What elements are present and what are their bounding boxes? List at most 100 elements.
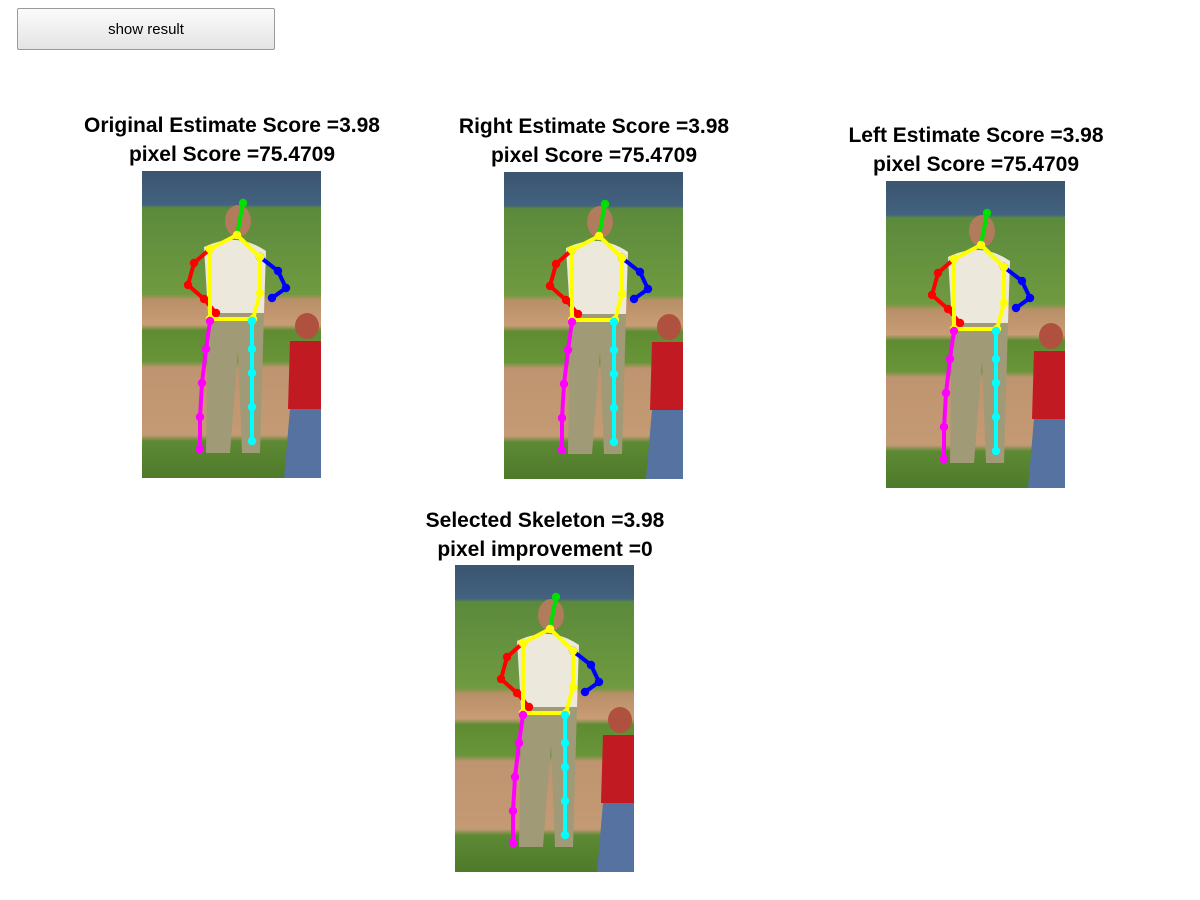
skeleton-joint <box>999 298 1009 308</box>
skeleton-joint <box>991 378 1001 388</box>
skeleton-joint <box>991 412 1001 422</box>
skeleton-joint <box>982 208 992 218</box>
skeleton-joint <box>949 326 959 336</box>
child-jeans <box>646 410 683 479</box>
skeleton-joint <box>197 378 207 388</box>
skeleton-joint <box>560 762 570 772</box>
skeleton-joint <box>945 354 955 364</box>
skeleton-joint <box>255 288 265 298</box>
pose-photo <box>886 181 1065 488</box>
skeleton-joint <box>557 445 567 455</box>
skeleton-joint <box>563 345 573 355</box>
skeleton-joint <box>508 838 518 848</box>
skeleton-joint <box>247 368 257 378</box>
panel-left-title-block: Left Estimate Score =3.98 pixel Score =7… <box>848 121 1103 179</box>
skeleton-joint <box>643 284 653 294</box>
skeleton-joint <box>941 388 951 398</box>
skeleton-joint <box>609 403 619 413</box>
pose-photo <box>455 565 634 872</box>
panel-selected-image <box>455 565 634 872</box>
panel-selected-title-block: Selected Skeleton =3.98 pixel improvemen… <box>426 506 665 564</box>
skeleton-joint <box>939 454 949 464</box>
skeleton-joint <box>617 253 627 263</box>
skeleton-joint <box>199 294 209 304</box>
skeleton-joint <box>600 199 610 209</box>
panel-original-image <box>142 171 321 478</box>
skeleton-joint <box>943 304 953 314</box>
skeleton-joint <box>567 245 577 255</box>
skeleton-joint <box>568 682 578 692</box>
skeleton-joint <box>594 677 604 687</box>
skeleton-joint <box>267 293 277 303</box>
skeleton-joint <box>195 412 205 422</box>
skeleton-joint <box>560 710 570 720</box>
skeleton-joint <box>586 660 596 670</box>
skeleton-joint <box>609 317 619 327</box>
skeleton-joint <box>559 379 569 389</box>
skeleton-joint <box>247 402 257 412</box>
skeleton-joint <box>205 316 215 326</box>
child-jeans <box>284 409 321 478</box>
skeleton-joint <box>635 267 645 277</box>
child-jeans <box>1028 419 1065 488</box>
skeleton-joint <box>232 230 242 240</box>
skeleton-joint <box>255 252 265 262</box>
skeleton-joint <box>512 688 522 698</box>
skeleton-joint <box>518 710 528 720</box>
panel-left-image <box>886 181 1065 488</box>
child-shirt <box>1032 351 1065 419</box>
panel-right-title: Right Estimate Score =3.98 <box>458 115 730 138</box>
skeleton-joint <box>247 436 257 446</box>
panel-right-subtitle: pixel Score =75.4709 <box>490 144 698 167</box>
skeleton-joint <box>211 308 221 318</box>
skeleton-joint <box>939 422 949 432</box>
panel-selected-subtitle: pixel improvement =0 <box>437 538 653 561</box>
skeleton-joint <box>573 309 583 319</box>
skeleton-joint <box>949 254 959 264</box>
skeleton-joint <box>629 294 639 304</box>
skeleton-joint <box>247 316 257 326</box>
child-head <box>1039 323 1063 349</box>
pose-photo <box>504 172 683 479</box>
child-jeans <box>597 803 634 872</box>
skeleton-joint <box>545 624 555 634</box>
child-head <box>657 314 681 340</box>
skeleton-joint <box>976 240 986 250</box>
show-result-button[interactable]: show result <box>17 8 275 50</box>
skeleton-joint <box>927 290 937 300</box>
child-head <box>608 707 632 733</box>
skeleton-joint <box>609 437 619 447</box>
panel-selected-title: Selected Skeleton =3.98 <box>425 509 665 532</box>
skeleton-joint <box>1025 293 1035 303</box>
skeleton-joint <box>205 244 215 254</box>
skeleton-joint <box>551 259 561 269</box>
skeleton-joint <box>617 289 627 299</box>
skeleton-joint <box>557 413 567 423</box>
skeleton-joint <box>560 796 570 806</box>
skeleton-joint <box>201 344 211 354</box>
skeleton-joint <box>568 646 578 656</box>
skeleton-joint <box>991 326 1001 336</box>
skeleton-joint <box>508 806 518 816</box>
panel-right-title-block: Right Estimate Score =3.98 pixel Score =… <box>459 112 729 170</box>
skeleton-joint <box>510 772 520 782</box>
skeleton-joint <box>195 444 205 454</box>
skeleton-joint <box>999 262 1009 272</box>
skeleton-joint <box>580 687 590 697</box>
child-head <box>295 313 319 339</box>
panel-original-title: Original Estimate Score =3.98 <box>84 114 380 137</box>
skeleton-joint <box>273 266 283 276</box>
skeleton-joint <box>514 738 524 748</box>
skeleton-joint <box>594 231 604 241</box>
skeleton-joint <box>502 652 512 662</box>
skeleton-joint <box>238 198 248 208</box>
skeleton-joint <box>991 446 1001 456</box>
skeleton-joint <box>560 830 570 840</box>
skeleton-joint <box>281 283 291 293</box>
panel-right-image <box>504 172 683 479</box>
skeleton-joint <box>247 344 257 354</box>
pose-photo <box>142 171 321 478</box>
skeleton-joint <box>933 268 943 278</box>
skeleton-joint <box>560 738 570 748</box>
panel-left-title: Left Estimate Score =3.98 <box>848 124 1104 147</box>
